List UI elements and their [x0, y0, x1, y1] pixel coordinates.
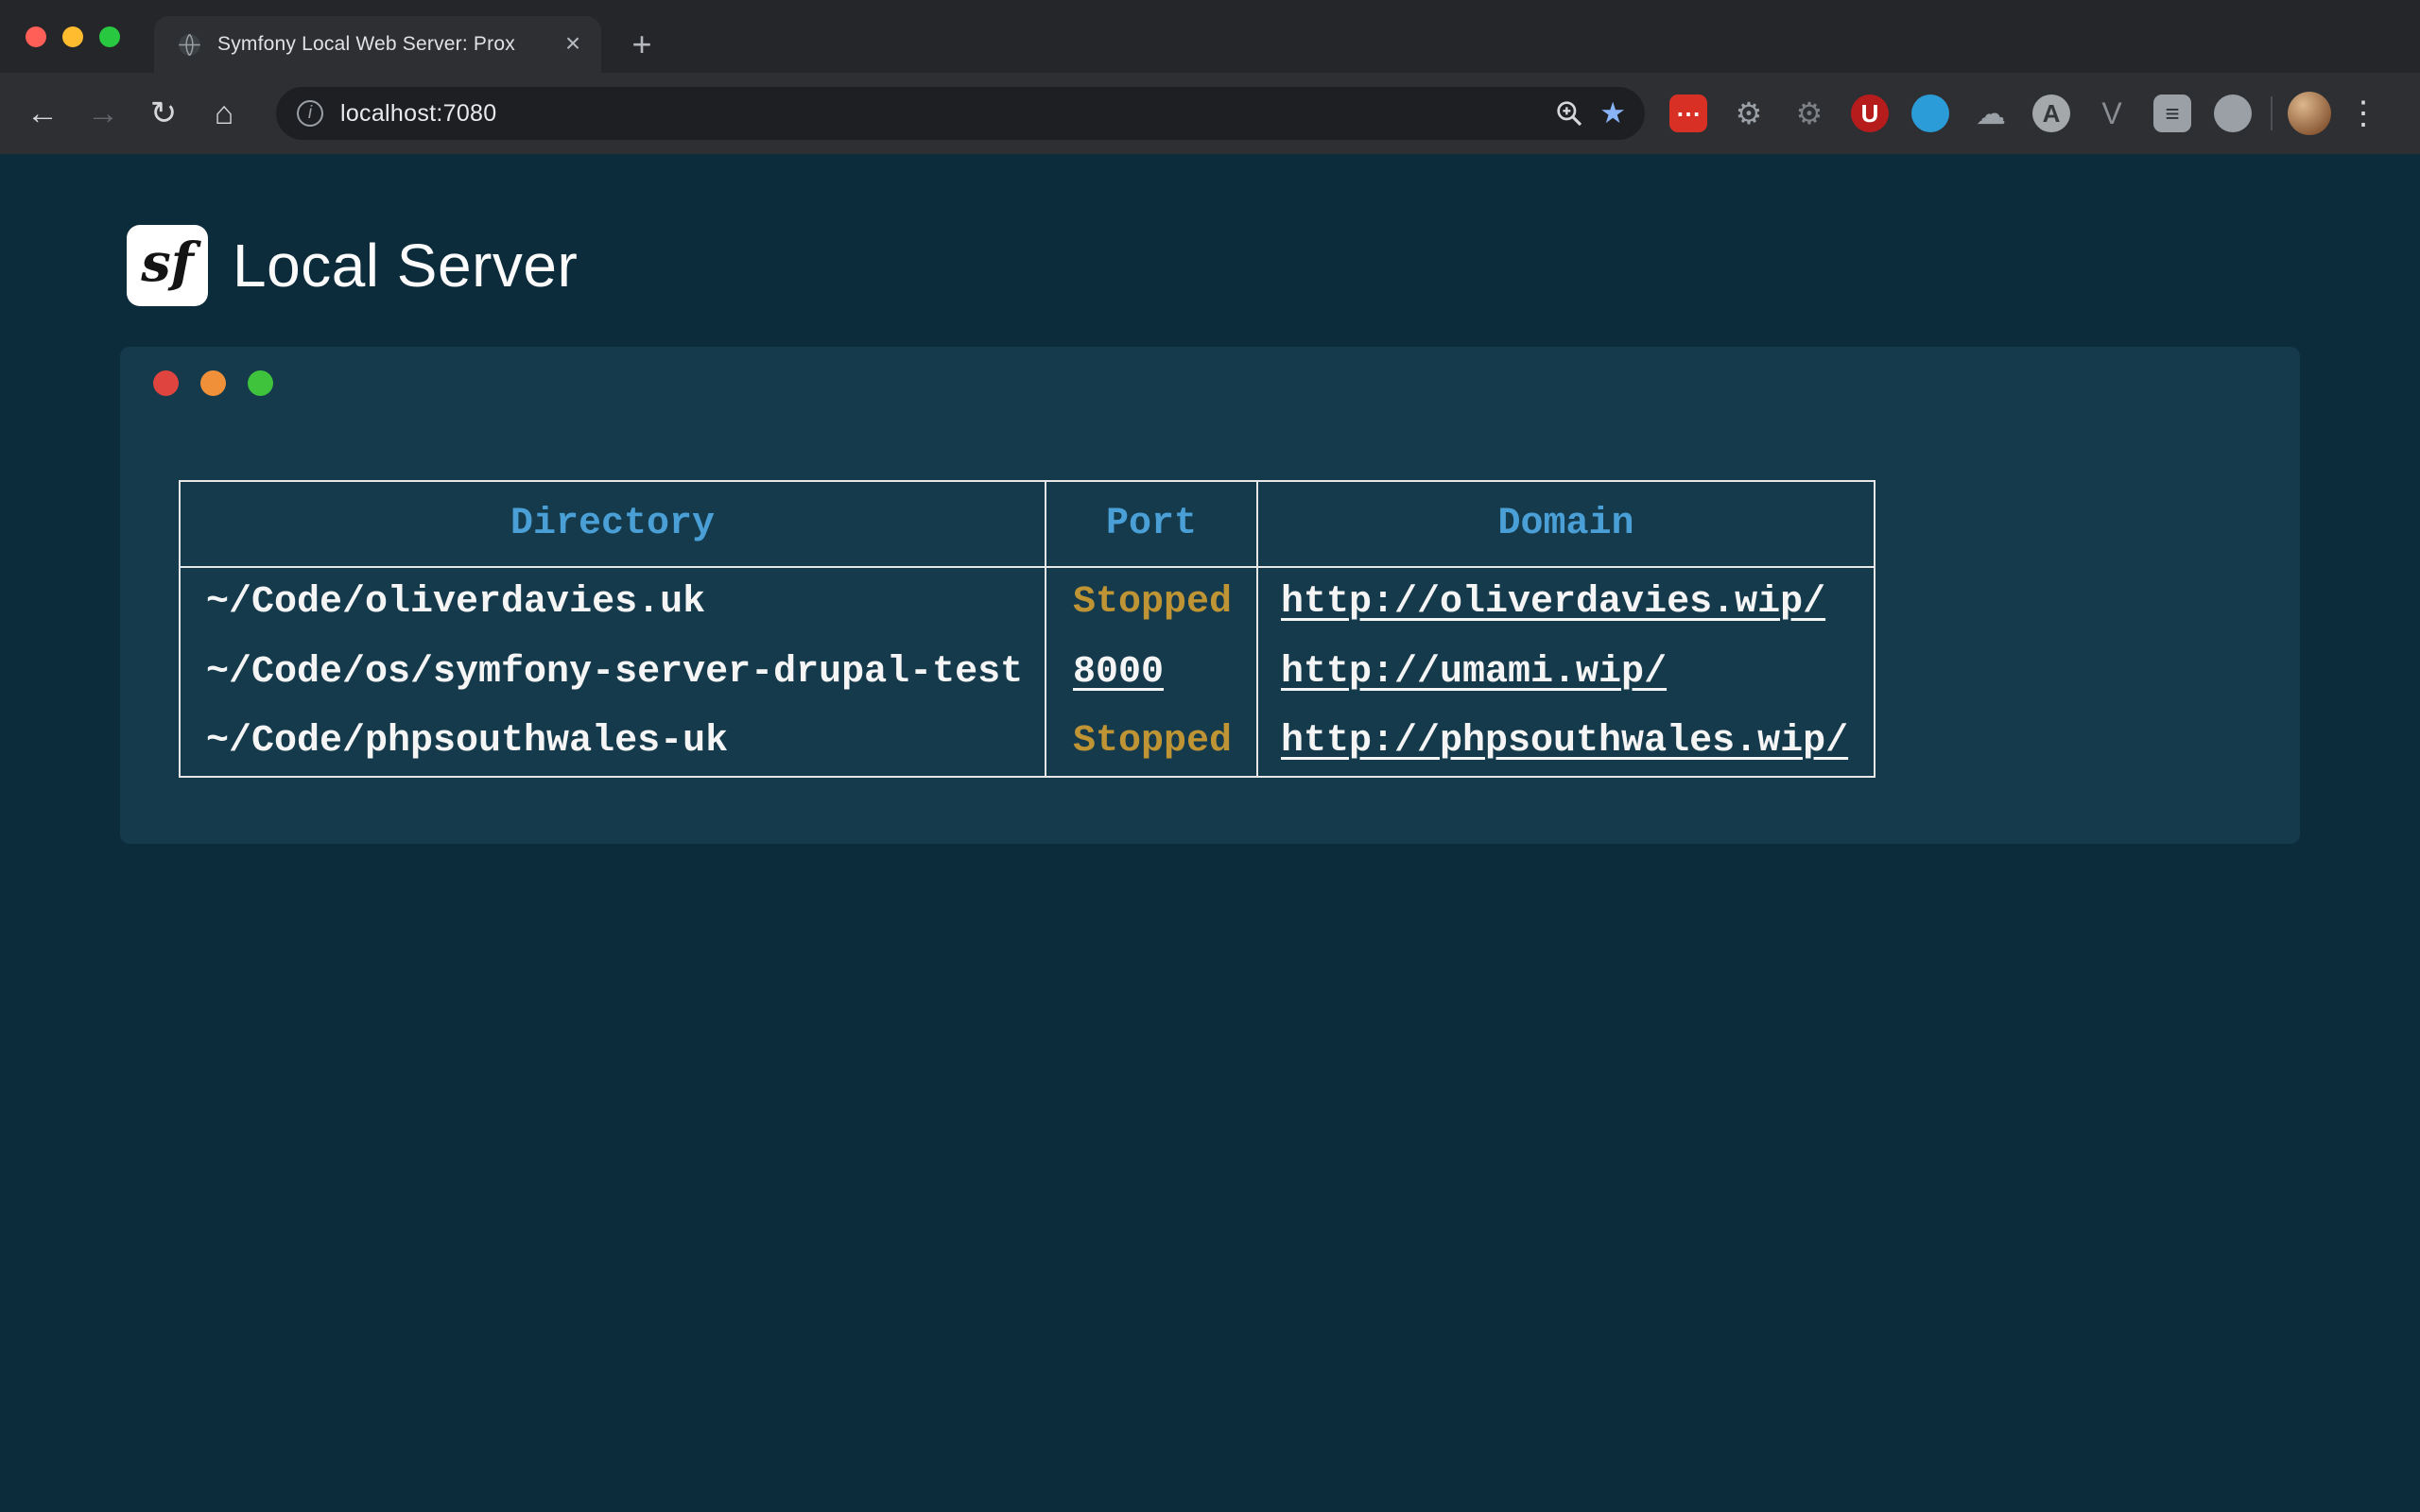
cloud-extension-icon[interactable]: ☁ — [1972, 94, 2010, 132]
home-button[interactable]: ⌂ — [202, 92, 246, 135]
tab-strip: Symfony Local Web Server: Prox × + — [0, 0, 2420, 73]
column-header-port: Port — [1046, 481, 1257, 567]
address-url[interactable]: localhost:7080 — [340, 100, 1554, 128]
red-dots-extension-icon[interactable]: ⋯ — [1669, 94, 1707, 132]
domain-link[interactable]: http://umami.wip/ — [1281, 651, 1667, 694]
browser-toolbar: ← → ↻ ⌂ i localhost:7080 ★ ⋯ ⚙ ⚙ U ☁ — [0, 73, 2420, 154]
window-close-button[interactable] — [26, 26, 46, 47]
tab-favicon-globe-icon — [177, 32, 202, 58]
card-dot-green — [248, 370, 273, 396]
browser-tab[interactable]: Symfony Local Web Server: Prox × — [154, 16, 601, 73]
port-status: Stopped — [1073, 581, 1232, 624]
browser-window: Symfony Local Web Server: Prox × + ← → ↻… — [0, 0, 2420, 1512]
card-dot-red — [153, 370, 179, 396]
letter-a-extension-icon[interactable]: A — [2032, 94, 2070, 132]
domain-link[interactable]: http://oliverdavies.wip/ — [1281, 581, 1825, 624]
table-header-row: Directory Port Domain — [180, 481, 1875, 567]
reload-button[interactable]: ↻ — [142, 92, 185, 135]
site-info-icon[interactable]: i — [297, 100, 323, 127]
letter-v-extension-icon[interactable]: V — [2093, 94, 2131, 132]
column-header-domain: Domain — [1257, 481, 1875, 567]
card-dot-orange — [200, 370, 226, 396]
extensions-area: ⋯ ⚙ ⚙ U ☁ A V ≡ — [1669, 94, 2252, 132]
zoom-icon[interactable] — [1554, 98, 1584, 129]
table-row: ~/Code/oliverdavies.uk Stopped http://ol… — [180, 567, 1875, 637]
list-extension-icon[interactable]: ≡ — [2153, 94, 2191, 132]
table-row: ~/Code/os/symfony-server-drupal-test 800… — [180, 637, 1875, 707]
page-content: sf Local Server Directory Port Domain — [0, 154, 2420, 1512]
directory-cell: ~/Code/phpsouthwales-uk — [180, 707, 1046, 777]
column-header-directory: Directory — [180, 481, 1046, 567]
tab-close-icon[interactable]: × — [558, 29, 588, 60]
github-octocat-extension-icon[interactable] — [2214, 94, 2252, 132]
cog-extension-icon[interactable]: ⚙ — [1790, 94, 1828, 132]
table-row: ~/Code/phpsouthwales-uk Stopped http://p… — [180, 707, 1875, 777]
browser-menu-kebab-icon[interactable]: ⋮ — [2344, 92, 2382, 135]
tab-title: Symfony Local Web Server: Prox — [217, 33, 552, 56]
server-card: Directory Port Domain ~/Code/oliverdavie… — [120, 347, 2300, 844]
card-traffic-dots — [153, 370, 273, 396]
new-tab-button[interactable]: + — [619, 16, 665, 73]
domain-link[interactable]: http://phpsouthwales.wip/ — [1281, 720, 1848, 763]
symfony-logo-text: sf — [141, 232, 194, 294]
symfony-logo: sf — [127, 225, 208, 306]
directory-cell: ~/Code/oliverdavies.uk — [180, 567, 1046, 637]
blue-disc-extension-icon[interactable] — [1911, 94, 1949, 132]
page-title: Local Server — [233, 225, 578, 306]
window-minimize-button[interactable] — [62, 26, 83, 47]
back-button[interactable]: ← — [21, 92, 64, 135]
directory-cell: ~/Code/os/symfony-server-drupal-test — [180, 637, 1046, 707]
bookmark-star-icon[interactable]: ★ — [1599, 96, 1626, 130]
toolbar-divider — [2271, 96, 2273, 130]
address-bar[interactable]: i localhost:7080 ★ — [276, 87, 1645, 140]
servers-table: Directory Port Domain ~/Code/oliverdavie… — [179, 480, 1876, 778]
window-zoom-button[interactable] — [99, 26, 120, 47]
macos-traffic-lights — [0, 26, 120, 47]
gear-extension-icon[interactable]: ⚙ — [1730, 94, 1768, 132]
profile-avatar[interactable] — [2288, 92, 2331, 135]
forward-button[interactable]: → — [81, 92, 125, 135]
port-status: Stopped — [1073, 720, 1232, 763]
port-link[interactable]: 8000 — [1073, 651, 1164, 694]
ublock-extension-icon[interactable]: U — [1851, 94, 1889, 132]
